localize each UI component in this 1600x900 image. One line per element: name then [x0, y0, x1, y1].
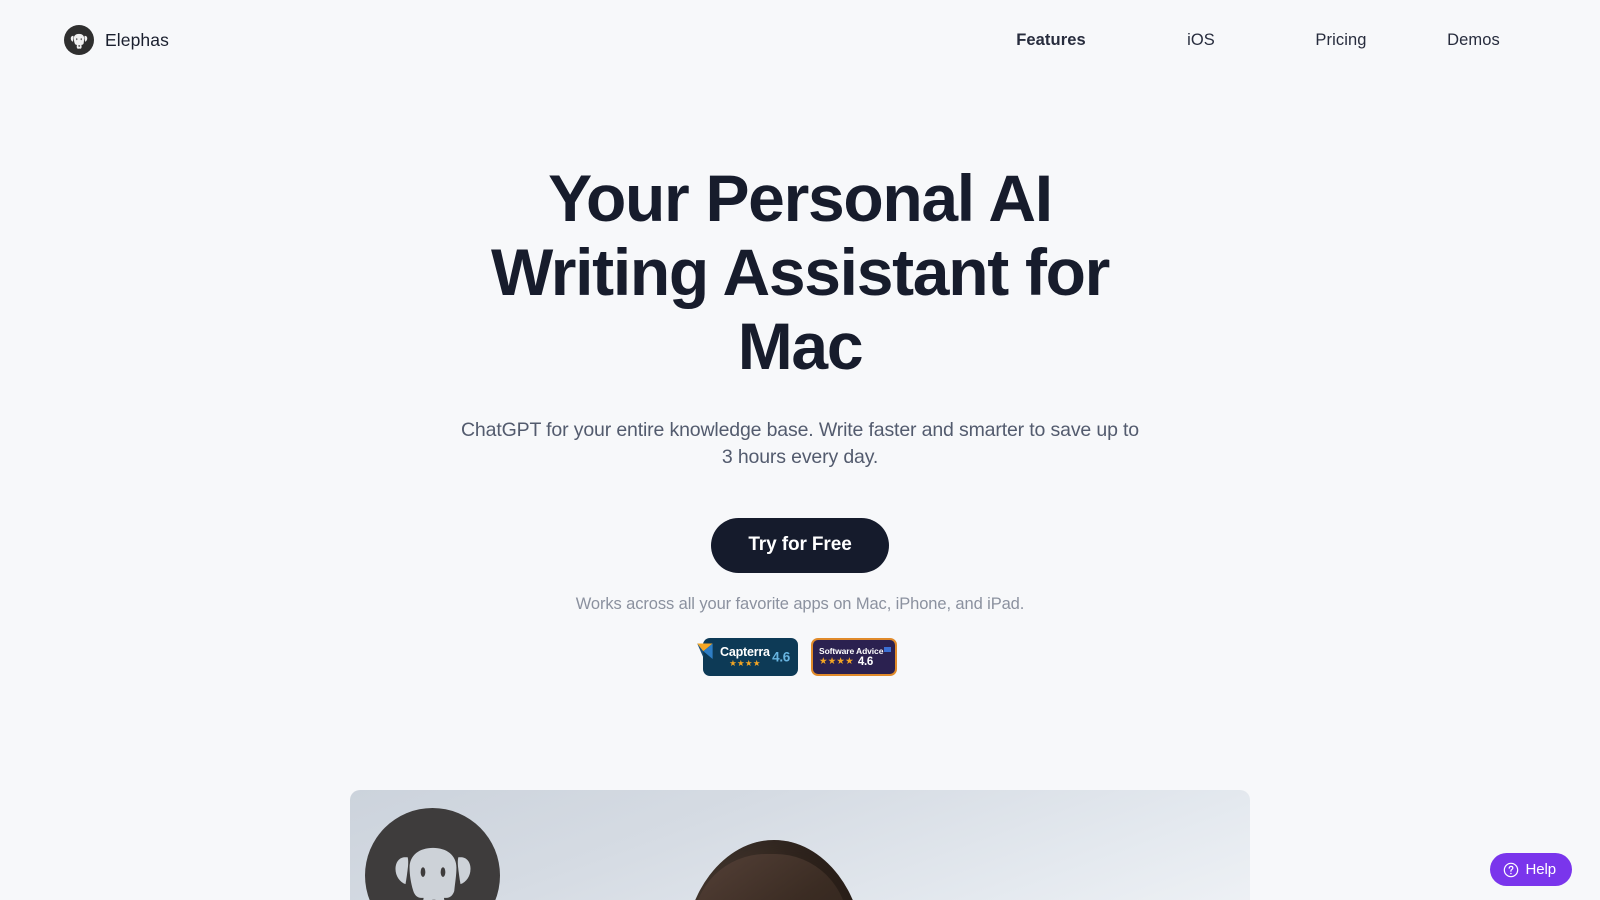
- nav-item-pricing[interactable]: Pricing: [1271, 31, 1411, 50]
- review-badges: Capterra ★★★★ 4.6 Software Advice ★★★★ 4…: [0, 638, 1600, 677]
- software-advice-flag-icon: [884, 646, 892, 652]
- help-widget-button[interactable]: Help: [1489, 853, 1572, 886]
- software-advice-label: Software Advice: [819, 645, 884, 656]
- try-for-free-button[interactable]: Try for Free: [711, 518, 889, 574]
- capterra-rating-badge[interactable]: Capterra ★★★★ 4.6: [697, 638, 798, 677]
- hero-subheadline: ChatGPT for your entire knowledge base. …: [461, 418, 1139, 469]
- product-video-card[interactable]: [350, 790, 1250, 900]
- capterra-score: 4.6: [772, 649, 790, 665]
- site-header: Elephas Features iOS Pricing Demos: [0, 0, 1600, 80]
- nav-item-demos[interactable]: Demos: [1411, 31, 1536, 50]
- hero-headline: Your Personal AI Writing Assistant for M…: [490, 161, 1110, 383]
- nav-item-features[interactable]: Features: [971, 31, 1131, 50]
- hero-cta-container: Try for Free: [0, 518, 1600, 574]
- cta-supporting-note: Works across all your favorite apps on M…: [575, 595, 1025, 614]
- software-advice-score: 4.6: [857, 655, 873, 668]
- elephant-head-icon: [365, 808, 500, 900]
- capterra-arrow-icon: [697, 643, 713, 660]
- hero-section: Your Personal AI Writing Assistant for M…: [0, 80, 1600, 677]
- video-subject-portrait: [683, 840, 865, 900]
- question-circle-icon: [1503, 862, 1518, 877]
- software-advice-rating-badge[interactable]: Software Advice ★★★★ 4.6: [811, 638, 897, 677]
- software-advice-wordmark: Software Advice: [819, 645, 892, 656]
- help-widget-label: Help: [1525, 861, 1557, 878]
- capterra-stars: ★★★★: [729, 657, 761, 668]
- brand-name: Elephas: [105, 29, 169, 50]
- brand-logo-link[interactable]: Elephas: [64, 25, 169, 55]
- main-navigation: Features iOS Pricing Demos: [971, 31, 1536, 50]
- capterra-text-stack: Capterra ★★★★: [720, 645, 770, 668]
- software-advice-rating-row: ★★★★ 4.6: [819, 656, 873, 669]
- software-advice-stars: ★★★★: [819, 655, 854, 667]
- nav-item-ios[interactable]: iOS: [1131, 31, 1271, 50]
- elephant-head-icon: [64, 25, 94, 55]
